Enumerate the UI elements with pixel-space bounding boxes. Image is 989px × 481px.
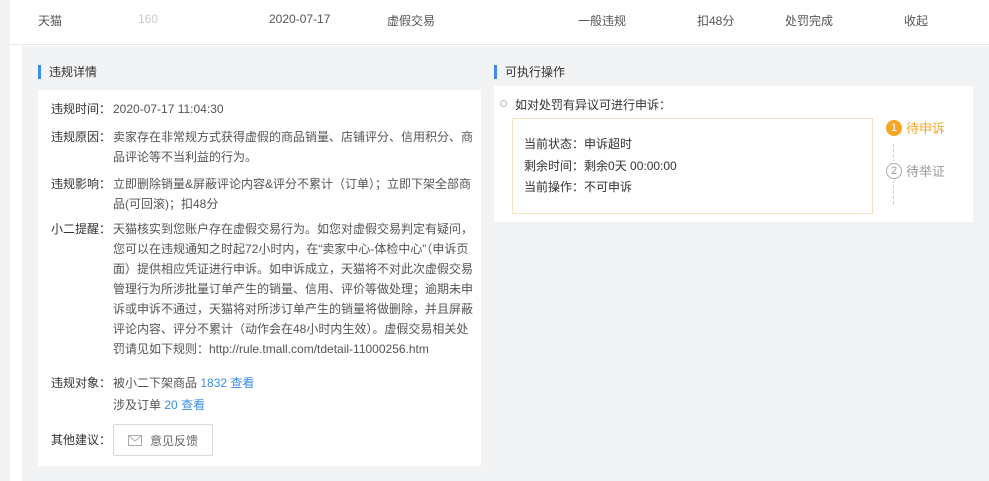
label: 小二提醒： — [51, 222, 112, 236]
goods-count[interactable]: 1832 — [200, 376, 227, 390]
platform: 天猫 — [38, 14, 63, 28]
label: 违规时间： — [51, 102, 112, 116]
op-line: 当前操作：不可申诉 — [524, 177, 632, 197]
label: 违规对象： — [51, 376, 112, 390]
orders-text: 涉及订单 — [113, 398, 162, 412]
step-label: 待举证 — [906, 164, 946, 179]
step-number-icon: 1 — [886, 119, 902, 136]
view-orders-link[interactable]: 查看 — [181, 398, 205, 412]
violation-level: 一般违规 — [578, 14, 627, 28]
date: 2020-07-17 — [269, 12, 331, 26]
label: 违规原因： — [51, 130, 112, 144]
label: 其他建议： — [51, 433, 112, 447]
detail-card: 违规时间： 2020-07-17 11:04:30 违规原因： 卖家存在非常规方… — [38, 90, 481, 466]
mail-icon — [127, 434, 142, 446]
feedback-button[interactable]: 意见反馈 — [113, 424, 213, 456]
step-number-icon: 2 — [886, 162, 902, 179]
collapse-link[interactable]: 收起 — [904, 12, 928, 29]
status: 处罚完成 — [785, 14, 834, 28]
label: 当前操作： — [524, 180, 585, 194]
remaining-time: 剩余0天 00:00:00 — [584, 159, 677, 173]
appeal-status-box: 当前状态：申诉超时 剩余时间：剩余0天 00:00:00 当前操作：不可申诉 — [512, 118, 873, 214]
goods-text: 被小二下架商品 — [113, 376, 198, 390]
penalty: 扣48分 — [697, 14, 735, 28]
label: 违规影响： — [51, 177, 112, 191]
violation-reason: 卖家存在非常规方式获得虚假的商品销量、店铺评分、信用积分、商品评论等不当利益的行… — [113, 130, 474, 164]
violation-type: 虚假交易 — [387, 14, 436, 28]
bullet-icon — [500, 100, 507, 107]
label: 剩余时间： — [524, 159, 585, 173]
detail-title: 违规详情 — [38, 65, 97, 79]
view-goods-link[interactable]: 查看 — [230, 376, 254, 390]
appeal-intro: 如对处罚有异议可进行申诉： — [515, 98, 672, 112]
actions-title: 可执行操作 — [494, 65, 565, 79]
actions-card: 如对处罚有异议可进行申诉： 当前状态：申诉超时 剩余时间：剩余0天 00:00:… — [494, 86, 973, 222]
step-label: 待申诉 — [906, 121, 946, 136]
orders-line: 涉及订单 20 查看 — [113, 395, 473, 415]
feedback-label: 意见反馈 — [149, 433, 198, 448]
reminder-text: 天猫核实到您账户存在虚假交易行为。如您对虚假交易判定有疑问，您可以在违规通知之时… — [113, 222, 474, 356]
current-operation: 不可申诉 — [584, 180, 633, 194]
orders-count[interactable]: 20 — [164, 398, 177, 412]
step-pending-evidence: 2 待举证 — [886, 161, 946, 180]
violation-impact: 立即删除销量&屏蔽评论内容&评分不累计（订单）；立即下架全部商品(可回滚)；扣4… — [113, 177, 472, 211]
remain-line: 剩余时间：剩余0天 00:00:00 — [524, 156, 677, 176]
goods-line: 被小二下架商品 1832 查看 — [113, 373, 473, 393]
current-state: 申诉超时 — [584, 137, 633, 151]
state-line: 当前状态：申诉超时 — [524, 134, 632, 154]
step-pending-appeal: 1 待申诉 — [886, 118, 945, 137]
violation-row: 天猫 160 2020-07-17 虚假交易 一般违规 扣48分 处罚完成 收起 — [10, 0, 989, 45]
record-id: 160 — [138, 12, 159, 26]
label: 当前状态： — [524, 137, 585, 151]
violation-time: 2020-07-17 11:04:30 — [113, 102, 224, 116]
